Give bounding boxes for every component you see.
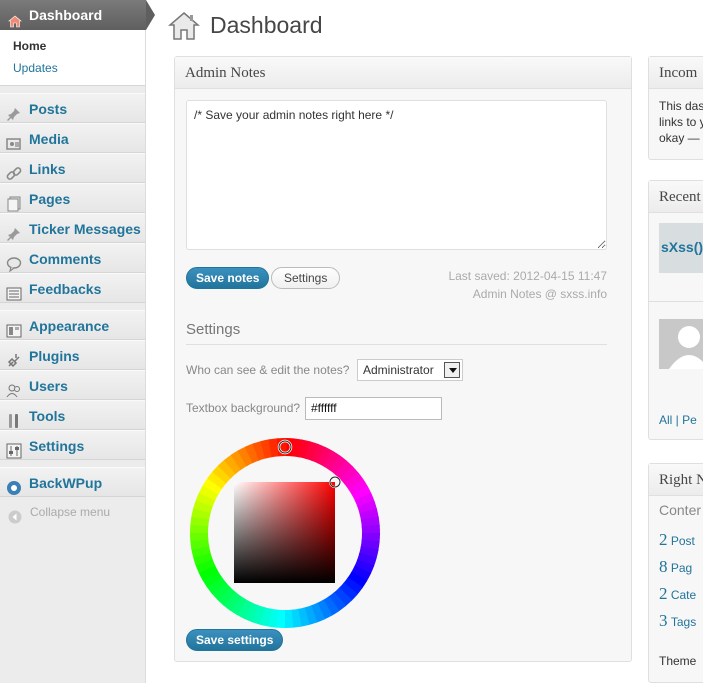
menu-appearance-label: Appearance bbox=[29, 318, 110, 334]
plug-icon bbox=[6, 349, 22, 368]
media-icon bbox=[6, 132, 22, 150]
settings-heading: Settings bbox=[186, 321, 607, 345]
menu-comments[interactable]: Comments bbox=[0, 243, 145, 273]
home-icon bbox=[8, 8, 22, 38]
menu-posts-label: Posts bbox=[29, 101, 68, 117]
recent-thumbnail-label: sXss() bbox=[661, 239, 703, 255]
textbox-background-label: Textbox background? bbox=[186, 401, 301, 415]
count-row[interactable]: 3 Tags bbox=[659, 611, 696, 631]
posts-count: 2 bbox=[659, 530, 668, 549]
incoming-text-line: This das bbox=[659, 99, 703, 113]
users-icon bbox=[6, 379, 22, 398]
categories-link[interactable]: Cate bbox=[671, 588, 696, 602]
recent-thumbnail[interactable]: sXss() bbox=[659, 223, 703, 273]
menu-backwpup[interactable]: BackWPup bbox=[0, 467, 145, 497]
recent-comments-widget: Recent sXss() All | Pe bbox=[648, 180, 703, 440]
count-row[interactable]: 2 Post bbox=[659, 530, 695, 550]
tags-count: 3 bbox=[659, 611, 668, 630]
incoming-text-line: links to y bbox=[659, 115, 703, 129]
theme-text: Theme bbox=[659, 654, 697, 668]
comment-filter-links[interactable]: All | Pe bbox=[659, 413, 697, 427]
pages-link[interactable]: Pag bbox=[671, 561, 692, 575]
collapse-menu-label: Collapse menu bbox=[30, 505, 111, 519]
admin-notes-title[interactable]: Admin Notes bbox=[175, 57, 631, 89]
tags-link[interactable]: Tags bbox=[671, 615, 696, 629]
incoming-links-widget: Incom This das links to y okay — bbox=[648, 56, 703, 160]
recent-comments-title[interactable]: Recent bbox=[649, 181, 703, 213]
tools-icon bbox=[6, 409, 22, 428]
menu-users-label: Users bbox=[29, 378, 68, 394]
incoming-links-title[interactable]: Incom bbox=[649, 57, 703, 89]
pushpin-icon bbox=[6, 222, 22, 241]
pages-icon bbox=[6, 192, 22, 212]
pages-count: 8 bbox=[659, 557, 668, 576]
collapse-arrow-icon bbox=[8, 505, 22, 535]
page-title: Dashboard bbox=[210, 12, 323, 38]
chevron-down-icon[interactable] bbox=[444, 362, 460, 378]
menu-tools-label: Tools bbox=[29, 408, 66, 424]
admin-notes-textarea[interactable]: /* Save your admin notes right here */ bbox=[186, 100, 607, 250]
backwpup-logo-icon bbox=[6, 476, 22, 495]
pushpin-icon bbox=[6, 102, 22, 121]
role-select[interactable]: Administrator bbox=[357, 359, 463, 381]
posts-link[interactable]: Post bbox=[671, 534, 695, 548]
menu-ticker-messages[interactable]: Ticker Messages bbox=[0, 213, 145, 243]
right-now-title[interactable]: Right N bbox=[649, 464, 703, 496]
menu-dashboard-label: Dashboard bbox=[29, 7, 103, 23]
menu-links-label: Links bbox=[29, 161, 66, 177]
menu-users[interactable]: Users bbox=[0, 370, 145, 400]
menu-appearance[interactable]: Appearance bbox=[0, 310, 145, 340]
incoming-text-line: okay — bbox=[659, 131, 700, 145]
list-icon bbox=[6, 282, 22, 301]
notes-settings-button[interactable]: Settings bbox=[271, 267, 341, 289]
menu-tools[interactable]: Tools bbox=[0, 400, 145, 430]
avatar bbox=[659, 319, 703, 369]
menu-feedbacks[interactable]: Feedbacks bbox=[0, 273, 145, 303]
menu-feedbacks-label: Feedbacks bbox=[29, 281, 102, 297]
submenu-updates[interactable]: Updates bbox=[13, 57, 145, 79]
count-row[interactable]: 8 Pag bbox=[659, 557, 692, 577]
collapse-menu[interactable]: Collapse menu bbox=[0, 497, 145, 527]
speech-bubble-icon bbox=[6, 252, 22, 273]
count-row[interactable]: 2 Cate bbox=[659, 584, 696, 604]
dashboard-home-icon bbox=[167, 10, 201, 45]
background-color-input[interactable]: #ffffff bbox=[305, 397, 442, 420]
chain-link-icon bbox=[6, 162, 22, 180]
appearance-icon bbox=[6, 319, 22, 338]
menu-comments-label: Comments bbox=[29, 251, 102, 267]
dashboard-submenu: Home Updates bbox=[0, 30, 145, 86]
role-select-value: Administrator bbox=[363, 363, 434, 377]
menu-settings[interactable]: Settings bbox=[0, 430, 145, 460]
menu-media[interactable]: Media bbox=[0, 123, 145, 153]
menu-plugins-label: Plugins bbox=[29, 348, 80, 364]
menu-pages-label: Pages bbox=[29, 191, 71, 207]
categories-count: 2 bbox=[659, 584, 668, 603]
right-now-widget: Right N Conter 2 Post 8 Pag 2 Cate 3 Tag… bbox=[648, 463, 703, 683]
last-saved-text: Last saved: 2012-04-15 11:47 bbox=[448, 269, 607, 283]
menu-links[interactable]: Links bbox=[0, 153, 145, 183]
menu-pages[interactable]: Pages bbox=[0, 183, 145, 213]
menu-media-label: Media bbox=[29, 131, 69, 147]
plugin-credit-text: Admin Notes @ sxss.info bbox=[472, 287, 607, 301]
menu-backwpup-label: BackWPup bbox=[29, 475, 103, 491]
menu-dashboard[interactable]: Dashboard bbox=[0, 0, 155, 30]
admin-notes-widget: Admin Notes /* Save your admin notes rig… bbox=[174, 56, 632, 662]
submenu-home[interactable]: Home bbox=[13, 35, 145, 57]
menu-ticker-label: Ticker Messages bbox=[29, 221, 141, 237]
settings-sliders-icon bbox=[6, 439, 22, 459]
save-notes-button[interactable]: Save notes bbox=[186, 267, 270, 289]
color-picker-wheel[interactable] bbox=[189, 437, 381, 632]
who-can-edit-label: Who can see & edit the notes? bbox=[186, 363, 350, 377]
menu-plugins[interactable]: Plugins bbox=[0, 340, 145, 370]
menu-settings-label: Settings bbox=[29, 438, 85, 454]
save-settings-button[interactable]: Save settings bbox=[186, 629, 284, 651]
menu-posts[interactable]: Posts bbox=[0, 93, 145, 123]
content-heading: Conter bbox=[659, 502, 702, 518]
admin-sidebar: Dashboard Home Updates Posts Media Links… bbox=[0, 0, 155, 683]
